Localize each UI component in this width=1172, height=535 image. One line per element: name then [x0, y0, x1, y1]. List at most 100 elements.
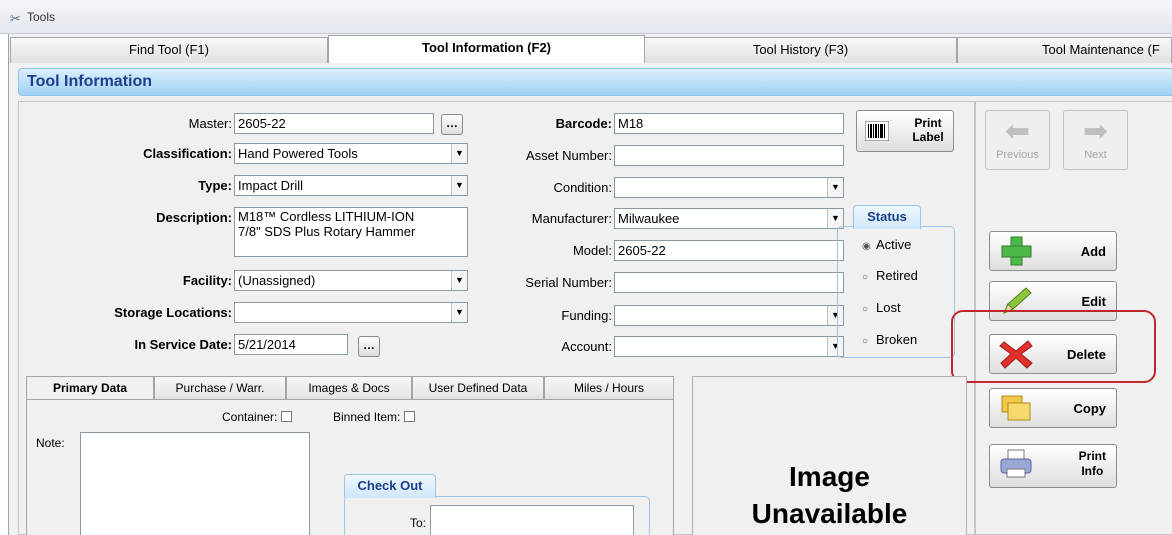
date-picker-button[interactable]: …: [358, 336, 380, 357]
checkout-title: Check Out: [344, 474, 436, 498]
asset-number-field[interactable]: [614, 145, 844, 166]
subtab-user-defined-data[interactable]: User Defined Data: [412, 376, 544, 400]
print-info-line-1: Print: [1078, 449, 1106, 463]
chevron-down-icon: ▼: [451, 176, 467, 195]
manufacturer-label: Manufacturer:: [531, 211, 612, 226]
description-line-2: 7/8" SDS Plus Rotary Hammer: [238, 224, 416, 239]
chevron-down-icon: ▼: [451, 144, 467, 163]
next-button[interactable]: ➡ Next: [1063, 110, 1128, 170]
plus-icon: [1001, 236, 1032, 266]
previous-label: Previous: [996, 149, 1039, 161]
checkbox-icon: [404, 411, 416, 422]
serial-number-label: Serial Number:: [525, 275, 612, 290]
copy-button[interactable]: Copy: [989, 388, 1117, 428]
radio-empty-icon: ○: [862, 336, 869, 347]
checkbox-icon: [281, 411, 293, 422]
description-label: Description:: [156, 210, 232, 225]
asset-number-label: Asset Number:: [526, 148, 612, 163]
binned-item-label: Binned Item:: [333, 410, 401, 424]
printer-icon: [1000, 449, 1032, 478]
print-label-line-1: Print: [914, 116, 942, 130]
chevron-down-icon: ▼: [451, 271, 467, 290]
classification-label: Classification:: [143, 146, 232, 161]
account-select[interactable]: ▼: [614, 336, 844, 357]
window-title: Tools: [27, 10, 56, 24]
status-title: Status: [853, 205, 921, 229]
copy-label: Copy: [1073, 401, 1107, 416]
status-lost-label: Lost: [876, 300, 901, 315]
note-label: Note:: [36, 436, 65, 450]
checkout-to-field[interactable]: [430, 505, 634, 535]
facility-value: (Unassigned): [238, 273, 316, 288]
subtab-miles-hours[interactable]: Miles / Hours: [544, 376, 674, 400]
storage-locations-label: Storage Locations:: [114, 305, 232, 320]
add-button[interactable]: Add: [989, 231, 1117, 271]
image-unavailable-line-1: Image: [789, 461, 870, 492]
window-titlebar: ✂ Tools: [0, 0, 1172, 34]
master-field[interactable]: 2605-22: [234, 113, 434, 134]
section-title: Tool Information: [27, 73, 153, 90]
print-label-button[interactable]: Print Label: [856, 110, 954, 152]
classification-value: Hand Powered Tools: [238, 146, 358, 161]
status-active-radio[interactable]: ◉ Active: [862, 237, 911, 252]
model-field[interactable]: 2605-22: [614, 240, 844, 261]
note-textarea[interactable]: [80, 432, 310, 535]
print-info-line-2: Info: [1081, 464, 1104, 478]
folder-copy-icon: [1001, 395, 1031, 421]
status-retired-radio[interactable]: ○ Retired: [862, 268, 918, 283]
subtab-images-docs[interactable]: Images & Docs: [286, 376, 412, 400]
barcode-field[interactable]: M18: [614, 113, 844, 134]
tab-find-tool[interactable]: Find Tool (F1): [10, 37, 328, 63]
in-service-date-label: In Service Date:: [134, 337, 232, 352]
checkout-to-label: To:: [409, 516, 426, 530]
condition-label: Condition:: [553, 180, 612, 195]
description-field[interactable]: M18™ Cordless LITHIUM-ION 7/8" SDS Plus …: [234, 207, 468, 257]
account-label: Account:: [561, 339, 612, 354]
description-line-1: M18™ Cordless LITHIUM-ION: [238, 209, 415, 224]
type-select[interactable]: Impact Drill ▼: [234, 175, 468, 196]
facility-select[interactable]: (Unassigned) ▼: [234, 270, 468, 291]
image-unavailable-text: Image Unavailable: [692, 458, 967, 532]
print-info-button[interactable]: Print Info: [989, 444, 1117, 488]
tab-tool-information[interactable]: Tool Information (F2): [328, 35, 645, 63]
subtab-purchase-warranty[interactable]: Purchase / Warr.: [154, 376, 286, 400]
arrow-left-icon: ⬅: [1004, 115, 1031, 148]
manufacturer-value: Milwaukee: [618, 211, 680, 226]
model-label: Model:: [572, 243, 612, 258]
barcode-icon: [865, 121, 889, 141]
condition-select[interactable]: ▼: [614, 177, 844, 198]
status-broken-label: Broken: [876, 332, 918, 347]
radio-empty-icon: ○: [862, 272, 869, 283]
in-service-date-field[interactable]: 5/21/2014: [234, 334, 348, 355]
radio-selected-icon: ◉: [862, 241, 871, 252]
type-label: Type:: [198, 178, 232, 193]
section-header: Tool Information: [18, 68, 1172, 96]
subtab-primary-data[interactable]: Primary Data: [26, 376, 154, 400]
master-browse-button[interactable]: …: [441, 114, 463, 135]
print-label-line-2: Label: [912, 130, 944, 144]
tab-tool-maintenance[interactable]: Tool Maintenance (F: [957, 37, 1172, 63]
previous-button[interactable]: ⬅ Previous: [985, 110, 1050, 170]
arrow-right-icon: ➡: [1082, 115, 1109, 148]
status-retired-label: Retired: [876, 268, 918, 283]
funding-label: Funding:: [561, 308, 612, 323]
binned-item-checkbox[interactable]: Binned Item:: [333, 410, 416, 424]
radio-empty-icon: ○: [862, 304, 869, 315]
facility-label: Facility:: [182, 273, 232, 288]
delete-highlight-annotation: [951, 310, 1156, 383]
chevron-down-icon: ▼: [827, 178, 843, 197]
container-checkbox[interactable]: Container:: [222, 410, 293, 424]
edit-label: Edit: [1081, 294, 1106, 309]
status-broken-radio[interactable]: ○ Broken: [862, 332, 917, 347]
funding-select[interactable]: ▼: [614, 305, 844, 326]
storage-locations-select[interactable]: ▼: [234, 302, 468, 323]
manufacturer-select[interactable]: Milwaukee ▼: [614, 208, 844, 229]
next-label: Next: [1084, 149, 1107, 161]
image-unavailable-line-2: Unavailable: [751, 498, 908, 529]
serial-number-field[interactable]: [614, 272, 844, 293]
tab-tool-history[interactable]: Tool History (F3): [644, 37, 957, 63]
status-lost-radio[interactable]: ○ Lost: [862, 300, 901, 315]
tools-icon: ✂: [10, 11, 21, 26]
classification-select[interactable]: Hand Powered Tools ▼: [234, 143, 468, 164]
add-label: Add: [1080, 244, 1106, 259]
